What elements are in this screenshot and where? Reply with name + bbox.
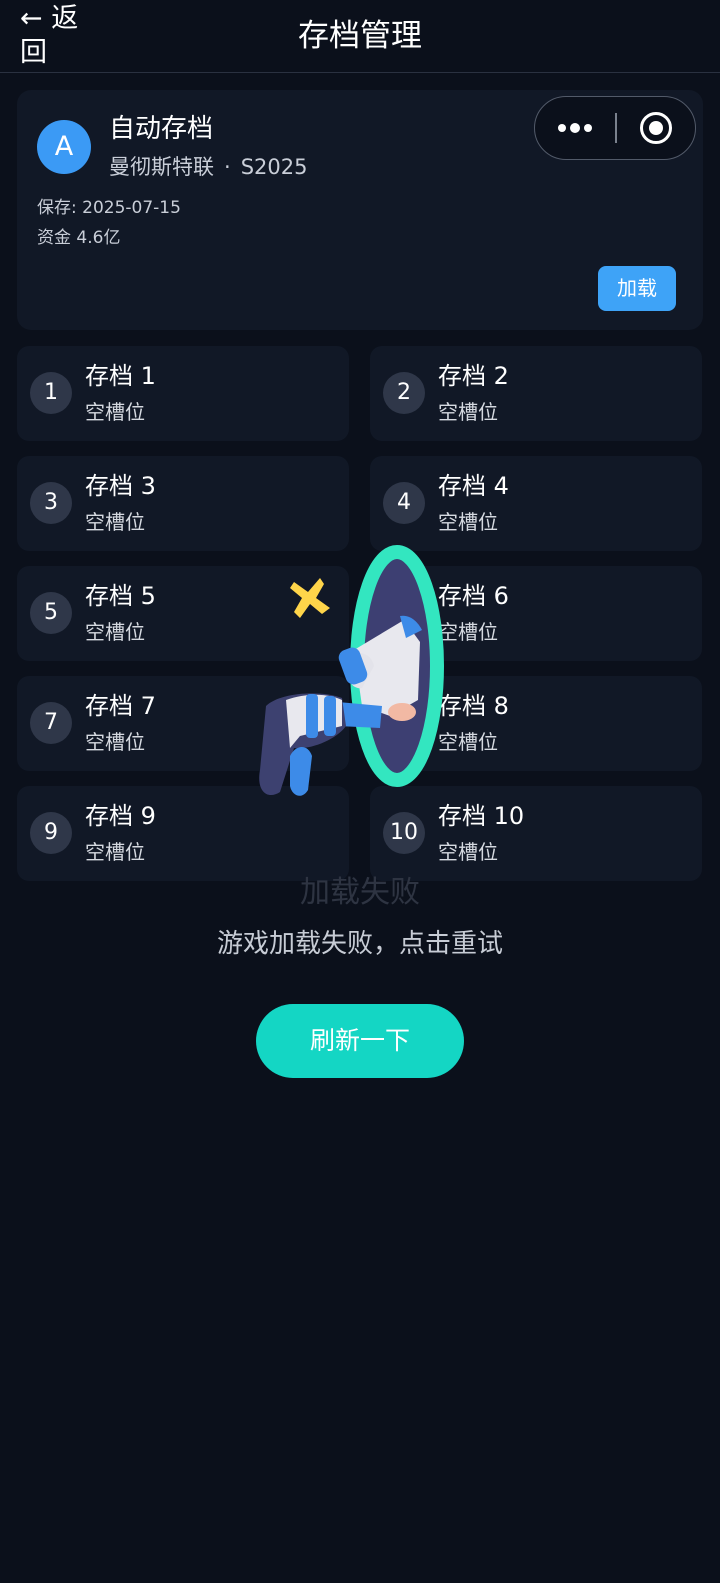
slot-status: 空槽位 bbox=[85, 730, 145, 754]
slot-status: 空槽位 bbox=[85, 620, 145, 644]
slot-status: 空槽位 bbox=[85, 400, 145, 424]
slot-title: 存档 9 bbox=[85, 802, 156, 830]
slot-number: 9 bbox=[30, 812, 72, 854]
error-title: 加载失败 bbox=[300, 875, 420, 910]
slot-status: 空槽位 bbox=[85, 510, 145, 534]
separator: · bbox=[224, 155, 231, 179]
slot-title: 存档 1 bbox=[85, 362, 156, 390]
slot-title: 存档 7 bbox=[85, 692, 156, 720]
error-message: 游戏加载失败，点击重试 bbox=[216, 929, 503, 959]
slot-number: 3 bbox=[30, 482, 72, 524]
slot-status: 空槽位 bbox=[438, 400, 498, 424]
auto-save-subtitle: 曼彻斯特联 · S2025 bbox=[109, 152, 307, 182]
more-dots-icon[interactable] bbox=[535, 97, 615, 158]
season: S2025 bbox=[240, 155, 308, 179]
refresh-button[interactable]: 刷新一下 bbox=[256, 1004, 464, 1078]
team-name: 曼彻斯特联 bbox=[109, 155, 214, 179]
slot-number: 7 bbox=[30, 702, 72, 744]
slot-status: 空槽位 bbox=[438, 840, 498, 864]
slot-number: 1 bbox=[30, 372, 72, 414]
save-slot-2[interactable]: 2 存档 2 空槽位 bbox=[370, 346, 702, 441]
page-title: 存档管理 bbox=[298, 18, 422, 54]
mini-program-capsule bbox=[534, 96, 696, 160]
save-slot-1[interactable]: 1 存档 1 空槽位 bbox=[17, 346, 349, 441]
slot-status: 空槽位 bbox=[85, 840, 145, 864]
target-close-icon[interactable] bbox=[617, 97, 695, 158]
portal-runner-illustration bbox=[259, 545, 444, 796]
load-button[interactable]: 加载 bbox=[598, 266, 676, 311]
funds: 资金 4.6亿 bbox=[37, 228, 121, 248]
auto-save-title: 自动存档 bbox=[109, 114, 214, 144]
avatar: A bbox=[37, 120, 91, 174]
runner-hand bbox=[388, 703, 416, 721]
save-date: 保存: 2025-07-15 bbox=[37, 198, 181, 218]
slot-number: 5 bbox=[30, 592, 72, 634]
slot-title: 存档 4 bbox=[438, 472, 509, 500]
slot-number: 4 bbox=[383, 482, 425, 524]
slot-number: 2 bbox=[383, 372, 425, 414]
slot-title: 存档 3 bbox=[85, 472, 156, 500]
sparkle-icon bbox=[290, 578, 330, 618]
slot-title: 存档 2 bbox=[438, 362, 509, 390]
top-bar: ← 返回 存档管理 bbox=[0, 0, 720, 73]
slot-title: 存档 5 bbox=[85, 582, 156, 610]
